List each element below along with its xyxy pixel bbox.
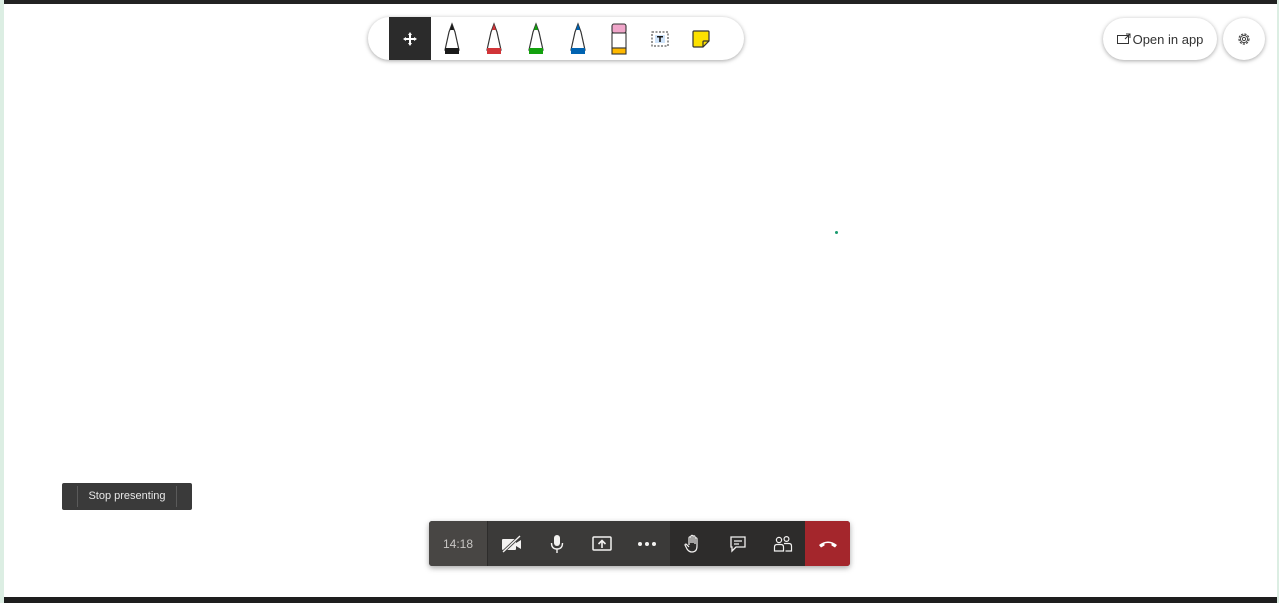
window-left-border [0,0,4,603]
stop-presenting-button[interactable]: Stop presenting [62,483,192,510]
meeting-timer: 14:18 [429,521,488,566]
meeting-controls-bar: 14:18 [429,521,850,566]
open-in-app-button[interactable]: Open in app [1103,18,1217,60]
pen-icon [444,21,460,54]
raise-hand-icon [683,534,698,553]
window-bottom-border [0,597,1279,603]
pen-icon [486,21,502,54]
pen-icon [528,21,544,54]
move-tool-button[interactable] [389,17,431,60]
hang-up-icon [818,541,837,547]
more-actions-button[interactable] [624,521,669,566]
gear-icon [1238,33,1250,45]
participants-icon [773,535,792,552]
share-screen-icon [591,535,612,551]
raise-hand-button[interactable] [670,521,715,566]
open-in-app-label: Open in app [1132,31,1204,47]
highlighter-button[interactable] [598,17,640,60]
open-external-icon [1116,33,1131,44]
chat-icon [729,535,746,553]
camera-off-icon [501,534,521,553]
microphone-icon [550,534,563,553]
sticky-note-icon [692,29,710,48]
highlighter-icon [611,22,627,55]
green-pen-button[interactable] [515,17,557,60]
text-tool-button[interactable] [639,17,681,60]
ink-dot [835,231,838,234]
blue-pen-button[interactable] [557,17,599,60]
whiteboard-toolbar [368,17,744,60]
participants-button[interactable] [760,521,805,566]
microphone-button[interactable] [534,521,579,566]
share-screen-button[interactable] [579,521,624,566]
black-pen-button[interactable] [431,17,473,60]
stop-presenting-label: Stop presenting [77,486,177,507]
hang-up-button[interactable] [805,521,850,566]
window-top-border [0,0,1279,4]
pen-icon [570,21,586,54]
move-arrows-icon [403,31,417,46]
chat-button[interactable] [715,521,760,566]
camera-toggle-button[interactable] [489,521,534,566]
red-pen-button[interactable] [473,17,515,60]
sticky-note-button[interactable] [680,17,722,60]
more-icon [637,541,656,546]
settings-button[interactable] [1223,18,1265,60]
text-box-icon [651,31,669,46]
